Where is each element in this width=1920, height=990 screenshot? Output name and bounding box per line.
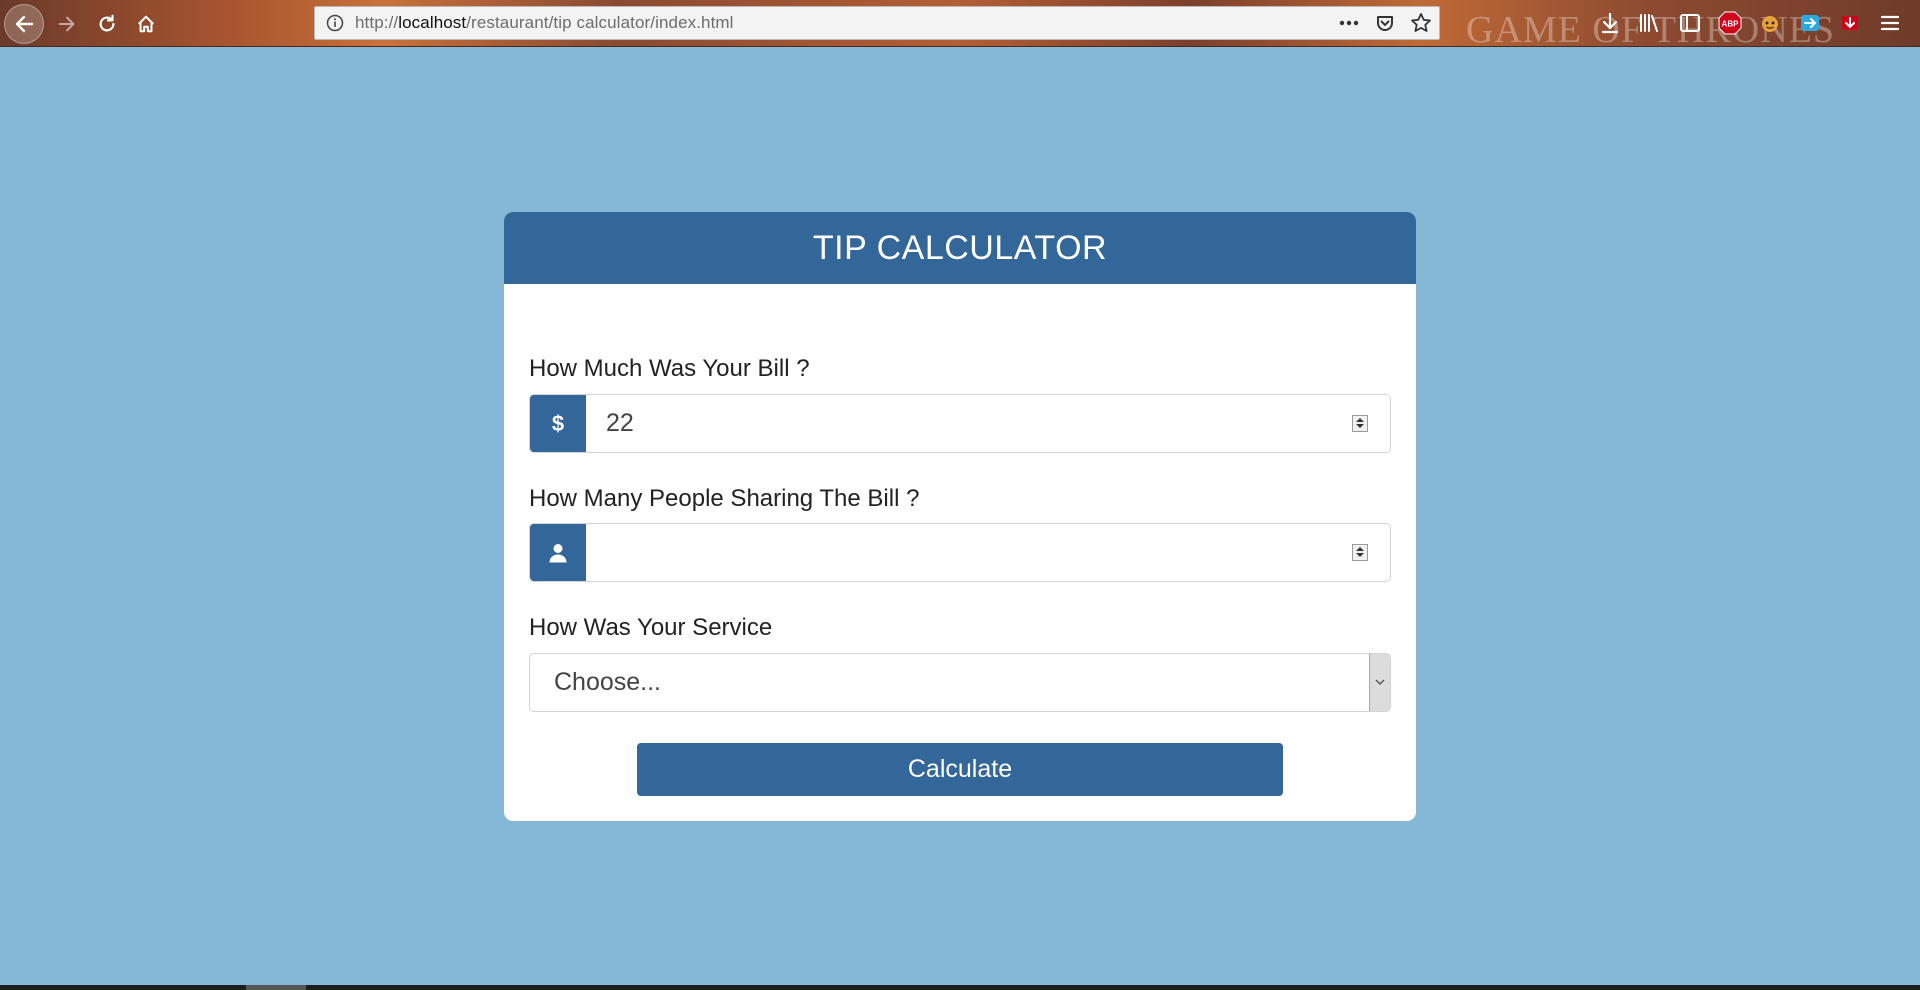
bookmark-button[interactable] [1409,12,1433,34]
url-prefix: http:// [355,13,399,32]
service-select[interactable]: Choose... [529,653,1391,712]
calculate-button[interactable]: Calculate [637,743,1283,796]
people-input-group [529,523,1391,582]
menu-icon [1880,15,1900,31]
bill-label: How Much Was Your Bill ? [529,355,810,382]
library-button[interactable] [1630,7,1670,39]
extension-button-3[interactable] [1830,7,1870,39]
pocket-button[interactable] [1373,13,1397,33]
reload-button[interactable] [87,4,127,44]
bill-spinner[interactable] [1352,414,1368,432]
browser-toolbar: http://localhost/restaurant/tip calculat… [0,0,1920,51]
bill-input-group: $ [529,394,1391,453]
forward-button[interactable] [47,4,87,44]
back-icon [15,15,34,33]
service-select-value: Choose... [554,668,662,696]
sidebar-button[interactable] [1670,7,1710,39]
back-button[interactable] [4,4,44,44]
reload-icon [99,14,115,32]
card-header: TIP CALCULATOR [504,212,1416,284]
info-icon [326,14,344,32]
extension-button-1[interactable] [1750,7,1790,39]
people-spinner[interactable] [1352,543,1368,561]
bookmark-star-icon [1411,13,1431,32]
url-path: /restaurant/tip calculator/index.html [466,13,734,32]
url-text[interactable]: http://localhost/restaurant/tip calculat… [355,13,734,33]
select-dropdown-button[interactable] [1369,654,1390,711]
sidebar-icon [1680,14,1700,32]
user-addon [530,524,586,581]
pocket-icon [1377,16,1393,31]
menu-button[interactable] [1870,7,1910,39]
service-label: How Was Your Service [529,614,773,641]
extension-icon [1801,15,1819,31]
extension-button-2[interactable] [1790,7,1830,39]
url-host: localhost [398,13,467,32]
home-button[interactable] [126,4,166,44]
library-icon [1640,14,1658,32]
forward-icon [58,16,75,32]
more-icon [1339,20,1359,26]
adblock-label: ABP [1722,20,1740,29]
extension-icon [1762,16,1778,32]
dollar-icon: $ [551,410,565,436]
dollar-addon: $ [530,395,586,452]
download-icon [1601,12,1619,34]
chevron-down-icon [1375,679,1385,685]
people-label: How Many People Sharing The Bill ? [529,485,920,512]
adblock-button[interactable]: ABP [1710,7,1750,39]
tip-calculator-card: TIP CALCULATOR How Much Was Your Bill ? … [504,212,1416,821]
adblock-icon: ABP [1718,11,1742,35]
window-bottom-bar [0,985,1920,990]
url-bar[interactable]: http://localhost/restaurant/tip calculat… [314,6,1440,40]
horizontal-scrollbar-thumb[interactable] [246,985,306,990]
site-info-button[interactable] [315,14,355,32]
page-actions-button[interactable] [1337,20,1361,26]
user-icon [549,543,567,562]
home-icon [138,15,154,33]
people-input[interactable] [586,524,1390,581]
downloads-button[interactable] [1590,7,1630,39]
page-title: TIP CALCULATOR [812,228,1108,267]
bill-input[interactable] [586,395,1390,452]
extension-icon [1842,16,1858,30]
